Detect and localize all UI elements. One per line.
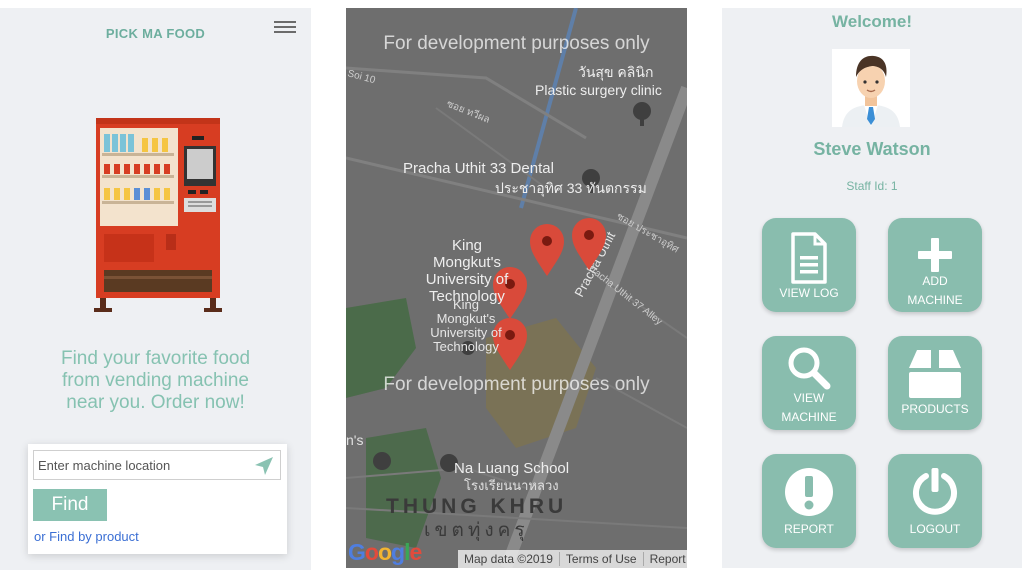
report-error-link[interactable]: Report a map error xyxy=(644,552,687,566)
vending-machine-illustration xyxy=(94,118,222,312)
find-card: Find or Find by product xyxy=(28,444,287,554)
menu-icon[interactable] xyxy=(274,18,296,36)
products-button[interactable]: PRODUCTS xyxy=(888,336,982,430)
location-input[interactable] xyxy=(34,457,244,473)
tagline: Find your favorite food from vending mac… xyxy=(20,348,291,414)
document-icon xyxy=(791,232,827,284)
map-canvas[interactable]: Soi 10 วันสุข คลินิก Plastic surgery cli… xyxy=(346,8,687,568)
user-name: Steve Watson xyxy=(813,139,931,159)
map-label: Plastic surgery clinic xyxy=(535,82,662,98)
report-button[interactable]: REPORT xyxy=(762,454,856,548)
map-screen[interactable]: Soi 10 วันสุข คลินิก Plastic surgery cli… xyxy=(346,8,687,568)
map-label: โรงเรียนนาหลวง xyxy=(464,478,559,493)
box-icon xyxy=(909,350,961,398)
tile-label: VIEW LOG xyxy=(779,286,839,300)
navigation-arrow-icon[interactable] xyxy=(254,456,274,476)
location-field[interactable] xyxy=(33,450,281,480)
find-by-product-link[interactable]: or Find by product xyxy=(34,529,139,544)
logout-button[interactable]: LOGOUT xyxy=(888,454,982,548)
find-food-screen: PICK MA FOOD Find your favorite food fro… xyxy=(0,8,311,570)
map-label: King Mongkut's University of Technology xyxy=(430,297,502,354)
map-label: Na Luang School xyxy=(454,460,569,477)
view-log-button[interactable]: VIEW LOG xyxy=(762,218,856,312)
dev-watermark: For development purposes only xyxy=(383,374,650,395)
map-label: วันสุข คลินิก xyxy=(578,64,653,81)
tile-label: PRODUCTS xyxy=(901,402,969,416)
dev-watermark: For development purposes only xyxy=(383,33,650,54)
find-button[interactable]: Find xyxy=(33,489,107,521)
tile-label: LOGOUT xyxy=(909,522,961,536)
map-label: ประชาอุทิศ 33 ทันตกรรม xyxy=(495,180,647,197)
map-data-label: Map data ©2019 xyxy=(458,552,560,566)
map-label: Pracha Uthit 33 Dental xyxy=(403,160,554,177)
map-attribution: Map data ©2019 Terms of Use Report a map… xyxy=(458,550,687,568)
tagline-line: Find your favorite food xyxy=(60,348,251,369)
welcome-heading: Welcome! xyxy=(832,12,912,31)
map-label: THUNG KHRU xyxy=(386,495,567,518)
tagline-line: from vending machine xyxy=(62,370,249,391)
map-label: King Mongkut's University of Technology xyxy=(425,237,509,305)
add-machine-button[interactable]: ADD MACHINE xyxy=(888,218,982,312)
avatar xyxy=(832,49,910,127)
map-label: เขตทุ่งครุ xyxy=(424,520,529,542)
staff-dashboard-screen: Welcome! Steve Watson Staff Id: 1 VIEW L… xyxy=(722,8,1022,568)
app-title: PICK MA FOOD xyxy=(105,26,206,41)
plus-icon xyxy=(918,238,952,272)
view-machine-button[interactable]: VIEW MACHINE xyxy=(762,336,856,430)
map-label: n's xyxy=(346,432,363,448)
alert-icon xyxy=(785,468,833,516)
google-logo: Google xyxy=(348,539,422,565)
tile-label: ADD xyxy=(922,274,948,288)
search-icon xyxy=(788,347,831,390)
tile-label: VIEW xyxy=(793,391,825,405)
power-icon xyxy=(913,468,957,515)
staff-id: Staff Id: 1 xyxy=(846,179,898,193)
tile-label: MACHINE xyxy=(907,293,963,307)
tile-label: MACHINE xyxy=(781,410,837,424)
terms-link[interactable]: Terms of Use xyxy=(560,552,644,566)
tagline-line: near you. Order now! xyxy=(66,392,245,413)
tile-label: REPORT xyxy=(784,522,834,536)
poi-icon xyxy=(373,452,391,470)
